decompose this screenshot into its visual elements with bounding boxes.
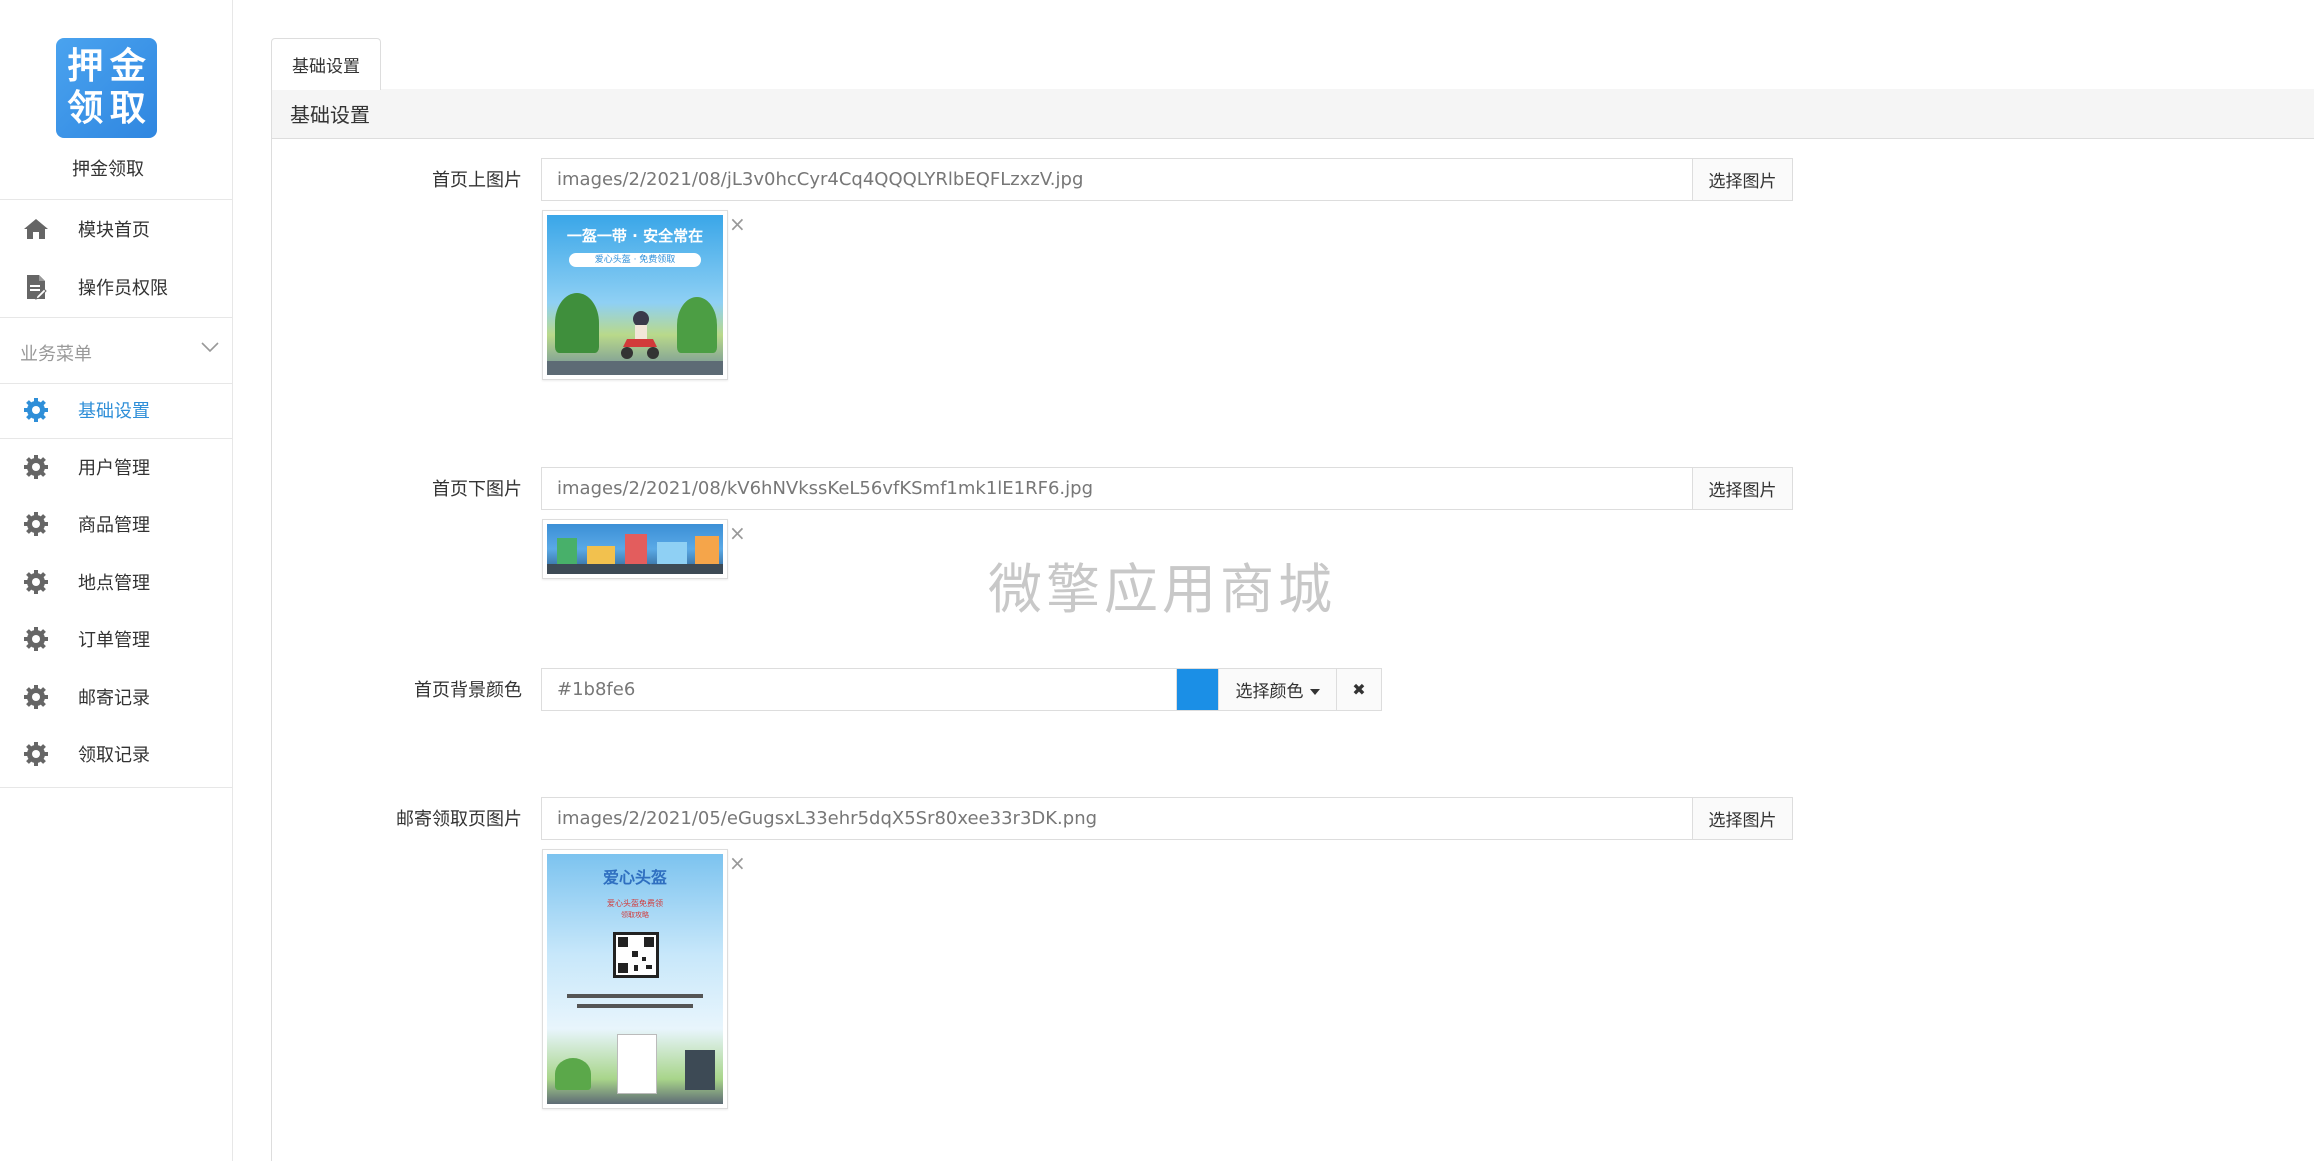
thumb-banner: 爱心头盔 · 免费领取 (569, 253, 701, 267)
thumb-road (547, 361, 723, 375)
remove-bottom-image-button[interactable]: × (729, 523, 746, 543)
menu-group-title: 业务菜单 (20, 344, 92, 365)
sidebar-item-label: 操作员权限 (78, 277, 168, 299)
thumb-building (657, 542, 687, 564)
thumb-building (625, 534, 647, 564)
mail-image-input-group: images/2/2021/05/eGugsxL33ehr5dqX5Sr80xe… (541, 797, 1793, 840)
thumb-title: 爱心头盔 (602, 868, 667, 887)
sidebar-item-label: 用户管理 (78, 457, 150, 479)
thumb-tree (555, 1058, 591, 1090)
sidebar-item-home[interactable]: 模块首页 (0, 200, 233, 257)
sidebar-item-order-management[interactable]: 订单管理 (0, 610, 233, 667)
bottom-image-thumbnail (542, 519, 728, 579)
sidebar-item-basic-settings[interactable]: 基础设置 (0, 381, 233, 438)
sidebar-item-label: 订单管理 (78, 629, 150, 651)
thumb-title: 一盔一带 · 安全常在 (566, 227, 704, 245)
chevron-down-icon[interactable] (199, 336, 221, 358)
thumb-building (557, 538, 577, 564)
gear-icon (22, 683, 50, 711)
select-bottom-image-button[interactable]: 选择图片 (1692, 468, 1792, 509)
app-name: 押金领取 (72, 159, 144, 180)
logo-char: 金 (109, 46, 146, 87)
sidebar-item-label: 邮寄记录 (78, 687, 150, 709)
choose-color-label: 选择颜色 (1235, 682, 1304, 702)
gear-icon (22, 396, 50, 424)
thumb-tree (555, 293, 599, 353)
sidebar-item-label: 模块首页 (78, 219, 150, 241)
thumb-tag: 领取攻略 (621, 911, 649, 919)
gear-icon (22, 510, 50, 538)
watermark: 微擎应用商城 (988, 558, 1336, 621)
thumb-subtitle: 爱心头盔免费领 (607, 899, 663, 908)
mail-image-path-input[interactable]: images/2/2021/05/eGugsxL33ehr5dqX5Sr80xe… (542, 798, 1692, 839)
thumb-tree (677, 297, 717, 353)
select-mail-image-button[interactable]: 选择图片 (1692, 798, 1792, 839)
panel-title: 基础设置 (272, 89, 2314, 139)
bg-color-input[interactable]: #1b8fe6 (542, 669, 1176, 710)
sidebar-item-label: 地点管理 (78, 572, 150, 594)
thumb-text-line (567, 994, 703, 998)
logo-char: 押 (67, 46, 104, 87)
field-label-bottom-image: 首页下图片 (432, 479, 522, 500)
sidebar-item-pickup-records[interactable]: 领取记录 (0, 725, 233, 782)
home-icon (22, 215, 50, 243)
gear-icon (22, 625, 50, 653)
divider (0, 787, 233, 788)
thumb-text-line (577, 1004, 693, 1008)
gear-icon (22, 568, 50, 596)
scooter-rider-figure (617, 309, 663, 361)
choose-color-button[interactable]: 选择颜色 (1218, 669, 1336, 710)
thumb-road (547, 564, 723, 574)
sidebar-item-product-management[interactable]: 商品管理 (0, 495, 233, 552)
sidebar-item-operator-permissions[interactable]: 操作员权限 (0, 258, 233, 315)
sidebar-item-label: 基础设置 (78, 400, 150, 422)
thumb-phone (617, 1034, 657, 1094)
logo-char: 取 (109, 88, 146, 129)
mail-image-thumbnail: 爱心头盔 爱心头盔免费领 领取攻略 (542, 849, 728, 1109)
sidebar-item-location-management[interactable]: 地点管理 (0, 553, 233, 610)
caret-down-icon (1309, 680, 1320, 700)
document-icon (22, 273, 50, 301)
select-top-image-button[interactable]: 选择图片 (1692, 159, 1792, 200)
sidebar-item-user-management[interactable]: 用户管理 (0, 438, 233, 495)
qr-code-icon (613, 932, 659, 978)
tab-basic-settings[interactable]: 基础设置 (271, 38, 381, 90)
sidebar-item-label: 商品管理 (78, 514, 150, 536)
app-logo: 押 金 领 取 (56, 38, 157, 138)
bg-color-input-group: #1b8fe6 选择颜色 ✖ (541, 668, 1382, 711)
remove-mail-image-button[interactable]: × (729, 853, 746, 873)
top-image-input-group: images/2/2021/08/jL3v0hcCyr4Cq4QQQLYRlbE… (541, 158, 1793, 201)
gear-icon (22, 740, 50, 768)
thumb-building (695, 536, 719, 564)
sidebar-item-label: 领取记录 (78, 744, 150, 766)
divider (0, 317, 233, 318)
clear-color-button[interactable]: ✖ (1336, 669, 1381, 710)
field-label-bg-color: 首页背景颜色 (414, 680, 522, 701)
field-label-top-image: 首页上图片 (432, 170, 522, 191)
sidebar-item-mail-records[interactable]: 邮寄记录 (0, 668, 233, 725)
sidebar: 押 金 领 取 押金领取 模块首页 操作员权限 业务菜单 基础设置 用户管理 商… (0, 0, 233, 1161)
bottom-image-input-group: images/2/2021/08/kV6hNVkssKeL56vfKSmf1mk… (541, 467, 1793, 510)
thumb-building (587, 546, 615, 564)
color-swatch[interactable] (1176, 669, 1218, 710)
gear-icon (22, 453, 50, 481)
bottom-image-path-input[interactable]: images/2/2021/08/kV6hNVkssKeL56vfKSmf1mk… (542, 468, 1692, 509)
field-label-mail-image: 邮寄领取页图片 (396, 809, 522, 830)
thumb-officer (685, 1050, 715, 1090)
top-image-thumbnail: 一盔一带 · 安全常在 爱心头盔 · 免费领取 (542, 210, 728, 380)
remove-top-image-button[interactable]: × (729, 214, 746, 234)
logo-char: 领 (67, 88, 104, 129)
top-image-path-input[interactable]: images/2/2021/08/jL3v0hcCyr4Cq4QQQLYRlbE… (542, 159, 1692, 200)
